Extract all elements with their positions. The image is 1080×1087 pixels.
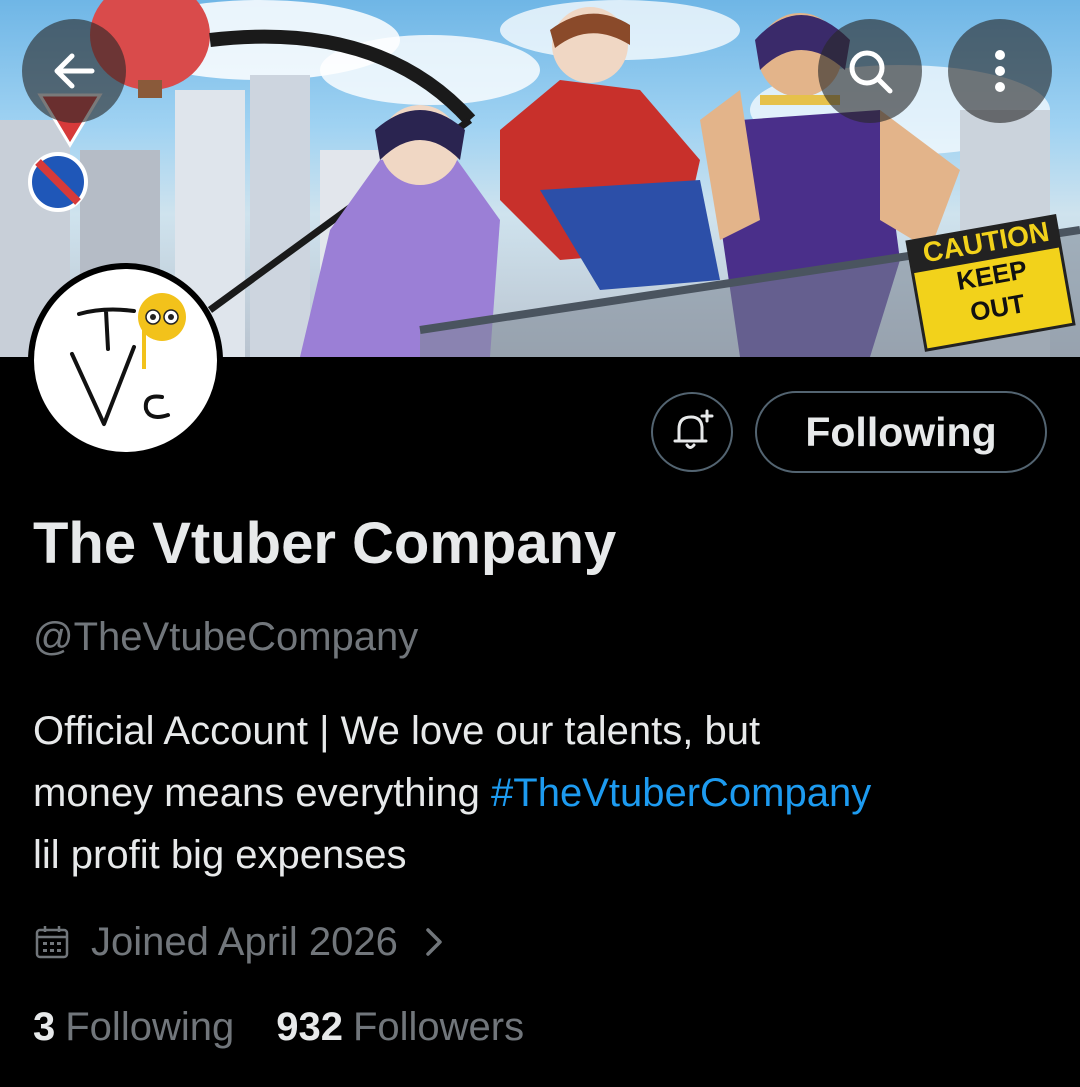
more-vertical-icon	[990, 45, 1010, 97]
joined-date-row[interactable]: Joined April 2026	[33, 912, 446, 972]
following-count: 3	[33, 1005, 56, 1049]
bio-line-2-text: money means everything	[33, 771, 492, 815]
bio-line-1: Official Account | We love our talents, …	[33, 709, 761, 753]
display-name: The Vtuber Company	[33, 511, 617, 576]
search-icon	[844, 45, 896, 97]
bio-hashtag-link[interactable]: #TheVtuberCompany	[491, 771, 871, 815]
following-label: Following	[65, 1005, 235, 1049]
followers-stat[interactable]: 932 Followers	[276, 1005, 524, 1050]
joined-date-text: Joined April 2026	[91, 919, 398, 964]
followers-label: Followers	[352, 1005, 525, 1049]
more-options-button[interactable]	[948, 19, 1052, 123]
calendar-icon	[33, 923, 71, 961]
follow-stats: 3 Following 932 Followers	[33, 1005, 524, 1050]
profile-bio: Official Account | We love our talents, …	[33, 700, 1053, 886]
following-button[interactable]: Following	[755, 391, 1047, 473]
notifications-button[interactable]	[651, 392, 733, 472]
chevron-right-icon	[424, 924, 446, 960]
bell-plus-icon	[669, 407, 715, 458]
following-stat[interactable]: 3 Following	[33, 1005, 234, 1050]
bio-line-3: lil profit big expenses	[33, 833, 407, 877]
avatar-image	[34, 269, 217, 452]
followers-count: 932	[276, 1005, 343, 1049]
back-button[interactable]	[22, 19, 126, 123]
bio-line-2: money means everything #TheVtuberCompany	[33, 762, 1053, 824]
arrow-left-icon	[48, 45, 100, 97]
search-button[interactable]	[818, 19, 922, 123]
user-handle: @TheVtubeCompany	[33, 615, 419, 659]
profile-avatar[interactable]	[28, 263, 223, 458]
